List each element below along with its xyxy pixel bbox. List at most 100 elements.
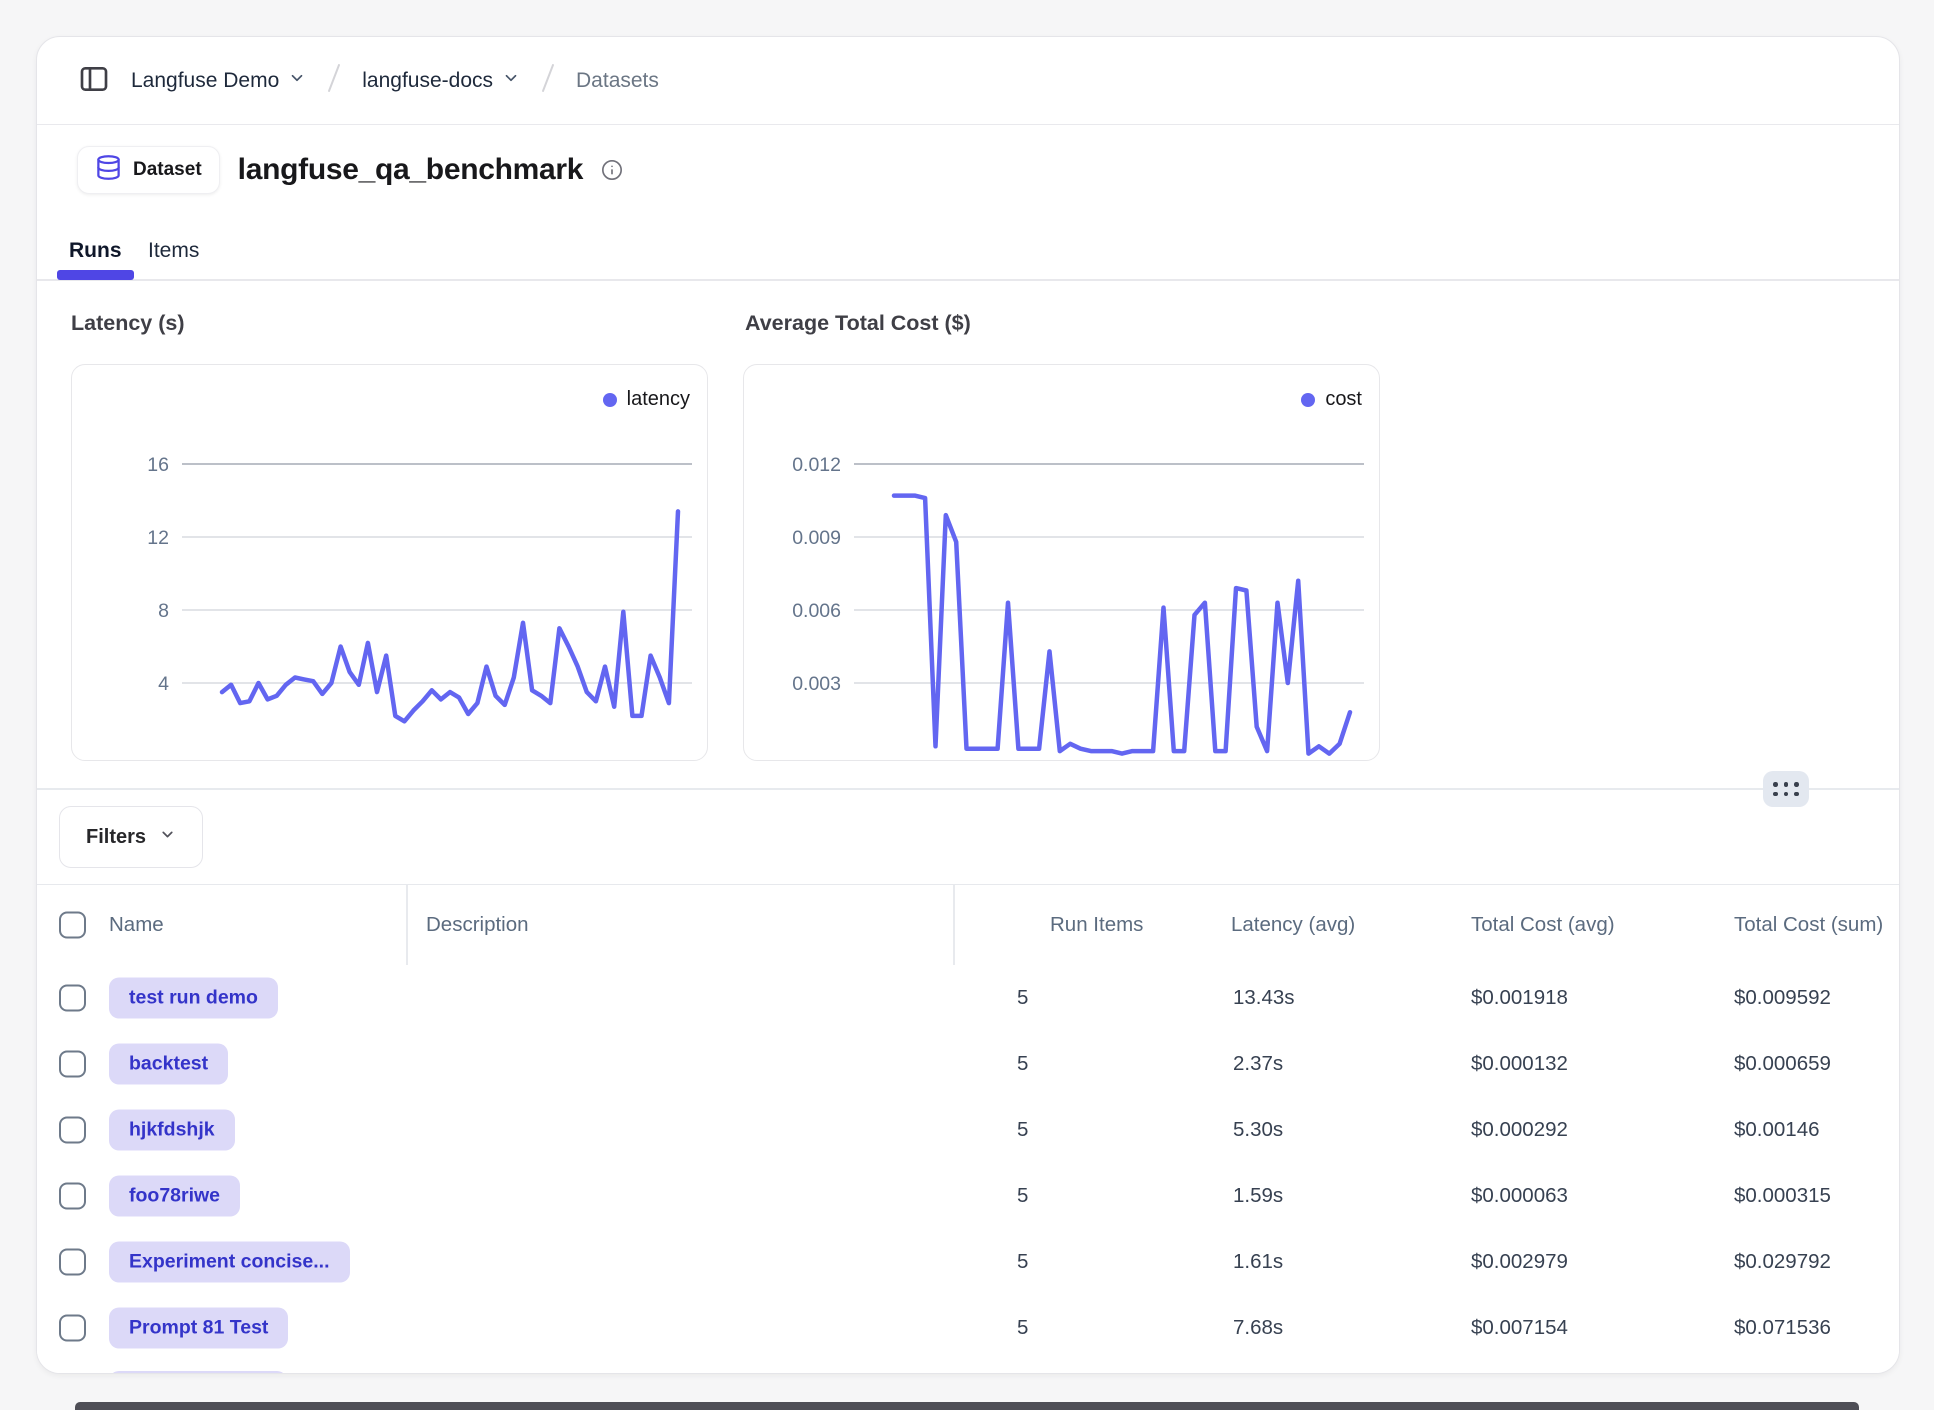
dot-icon: [1773, 782, 1778, 787]
run-name-pill[interactable]: foo78riwe: [109, 1176, 240, 1217]
table-row[interactable]: backtest 5 2.37s $0.000132 $0.000659: [37, 1031, 1899, 1098]
chevron-down-icon: [502, 69, 520, 92]
dataset-badge: Dataset: [77, 146, 220, 194]
total-cost-sum-cell: $0.009592: [1734, 965, 1831, 1031]
row-checkbox[interactable]: [59, 985, 86, 1012]
dot-icon: [1794, 792, 1799, 797]
y-axis-tick-label: 12: [147, 527, 169, 549]
dataset-header: Dataset langfuse_qa_benchmark: [77, 145, 623, 195]
page-title: langfuse_qa_benchmark: [238, 153, 584, 187]
breadcrumb-project-label: langfuse-docs: [362, 69, 493, 93]
run-name-pill[interactable]: backtest: [109, 1044, 228, 1085]
breadcrumb-separator: [540, 62, 556, 99]
total-cost-avg-cell: $0.000292: [1471, 1097, 1568, 1163]
dot-icon: [1784, 792, 1789, 797]
breadcrumb-project[interactable]: langfuse-docs: [362, 69, 520, 93]
total-cost-sum-cell: $0.029792: [1734, 1229, 1831, 1295]
screenshot-root: Langfuse Demo langfuse-docs: [0, 0, 1934, 1410]
cost-chart-title: Average Total Cost ($): [745, 311, 971, 336]
run-name-pill[interactable]: Experiment concise...: [109, 1242, 350, 1283]
total-cost-avg-cell: $0.000132: [1471, 1031, 1568, 1097]
y-axis-tick-label: 0.006: [792, 600, 841, 622]
run-items-cell: 5: [1017, 965, 1028, 1031]
cost-chart: 0.0120.0090.0060.003 cost: [743, 364, 1380, 761]
run-items-cell: 5: [1017, 1097, 1028, 1163]
column-header-description[interactable]: Description: [426, 885, 529, 965]
total-cost-avg-cell: $0.001918: [1471, 965, 1568, 1031]
y-axis-tick-label: 0.009: [792, 527, 841, 549]
column-header-total-cost-avg[interactable]: Total Cost (avg): [1471, 885, 1615, 965]
dot-icon: [1784, 782, 1789, 787]
column-header-name[interactable]: Name: [109, 885, 164, 965]
latency-chart: 161284 latency: [71, 364, 708, 761]
table-header: Name Description Run Items Latency (avg)…: [37, 885, 1899, 966]
column-header-latency-avg[interactable]: Latency (avg): [1231, 885, 1355, 965]
run-items-cell: 5: [1017, 1163, 1028, 1229]
latency-avg-cell: 7.68s: [1233, 1295, 1283, 1361]
breadcrumb: Langfuse Demo langfuse-docs: [131, 62, 659, 99]
legend-dot-icon: [603, 393, 617, 407]
dot-icon: [1773, 792, 1778, 797]
table-body: test run demo513.43s$0.001918$0.009592ba…: [37, 965, 1899, 1373]
latency-avg-cell: 5.30s: [1233, 1097, 1283, 1163]
latency-avg-cell: 2.37s: [1233, 1031, 1283, 1097]
y-axis-tick-label: 0.012: [792, 454, 841, 476]
data-line: [894, 496, 1350, 754]
latency-avg-cell: 13.43s: [1233, 965, 1295, 1031]
column-header-total-cost-sum[interactable]: Total Cost (sum): [1734, 885, 1883, 965]
filters-button-label: Filters: [86, 826, 146, 849]
filters-button[interactable]: Filters: [59, 806, 203, 868]
cost-chart-legend: cost: [1301, 388, 1362, 411]
bottom-edge-bar: [75, 1402, 1859, 1410]
run-name-pill[interactable]: test run demo: [109, 978, 278, 1019]
run-name-pill[interactable]: Prompt 81 Test: [109, 1308, 288, 1349]
total-cost-avg-cell: $0.000063: [1471, 1163, 1568, 1229]
table-row[interactable]: Experiment concise...51.61s$0.002979$0.0…: [37, 1229, 1899, 1296]
tabs-divider: [37, 279, 1899, 281]
row-checkbox[interactable]: [59, 1051, 86, 1078]
table-row[interactable]: Prompt 81 Test57.68s$0.007154$0.071536: [37, 1295, 1899, 1362]
legend-dot-icon: [1301, 393, 1315, 407]
column-header-run-items[interactable]: Run Items: [1050, 885, 1143, 965]
tab-items[interactable]: Items: [148, 239, 199, 263]
breadcrumb-section[interactable]: Datasets: [576, 69, 659, 93]
tab-runs[interactable]: Runs: [69, 239, 122, 263]
total-cost-avg-cell: $0.002979: [1471, 1229, 1568, 1295]
row-checkbox[interactable]: [59, 1249, 86, 1276]
data-line: [222, 511, 678, 721]
table-row[interactable]: foo78riwe51.59s$0.000063$0.000315: [37, 1163, 1899, 1230]
table-row[interactable]: [37, 1361, 1899, 1374]
total-cost-sum-cell: $0.071536: [1734, 1295, 1831, 1361]
run-items-cell: 5: [1017, 1031, 1028, 1097]
top-navigation-bar: Langfuse Demo langfuse-docs: [37, 37, 1899, 125]
run-name-pill[interactable]: hjkfdshjk: [109, 1110, 235, 1151]
sidebar-toggle-button[interactable]: [77, 64, 111, 98]
breadcrumb-org-label: Langfuse Demo: [131, 69, 279, 93]
latency-chart-legend: latency: [603, 388, 690, 411]
y-axis-tick-label: 8: [158, 600, 169, 622]
total-cost-avg-cell: $0.007154: [1471, 1295, 1568, 1361]
legend-label: cost: [1325, 388, 1362, 411]
dot-icon: [1794, 782, 1799, 787]
breadcrumb-separator: [326, 62, 342, 99]
run-items-cell: 5: [1017, 1229, 1028, 1295]
y-axis-tick-label: 4: [158, 673, 169, 695]
resize-drag-handle[interactable]: [1763, 771, 1809, 807]
select-all-checkbox[interactable]: [59, 912, 86, 939]
active-tab-indicator: [57, 270, 134, 280]
run-name-pill[interactable]: [109, 1371, 287, 1374]
runs-table: Name Description Run Items Latency (avg)…: [37, 884, 1899, 1373]
row-checkbox[interactable]: [59, 1183, 86, 1210]
main-card: Langfuse Demo langfuse-docs: [36, 36, 1900, 1374]
row-checkbox[interactable]: [59, 1315, 86, 1342]
row-checkbox[interactable]: [59, 1117, 86, 1144]
info-icon[interactable]: [601, 159, 623, 181]
breadcrumb-org[interactable]: Langfuse Demo: [131, 69, 306, 93]
legend-label: latency: [627, 388, 690, 411]
table-row[interactable]: test run demo 5 13.43s $0.001918 $0.009592: [37, 965, 1899, 1032]
total-cost-sum-cell: $0.00146: [1734, 1097, 1820, 1163]
table-row[interactable]: hjkfdshjk 5 5.30s $0.000292 $0.00146: [37, 1097, 1899, 1164]
panel-left-icon: [78, 63, 110, 98]
total-cost-sum-cell: $0.000659: [1734, 1031, 1831, 1097]
breadcrumb-section-label: Datasets: [576, 69, 659, 93]
